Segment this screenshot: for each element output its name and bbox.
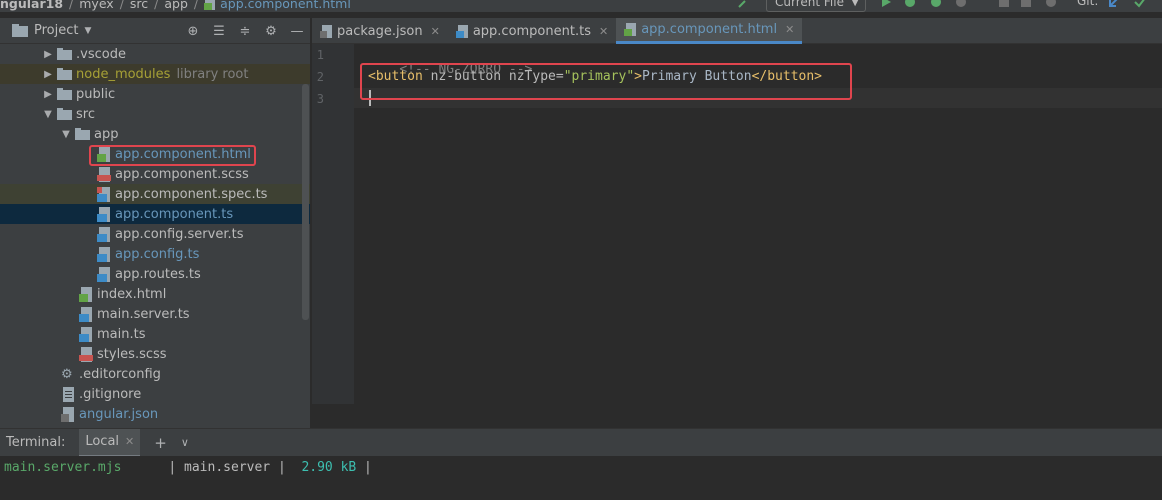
debug-icon[interactable] <box>904 0 916 8</box>
ts-file-icon <box>97 266 110 282</box>
ts-file-icon <box>79 306 92 322</box>
tree-item-public[interactable]: ▶ public <box>0 84 300 104</box>
tree-item-app-component-spec-ts[interactable]: app.component.spec.ts <box>0 184 310 204</box>
chevron-right-icon[interactable]: ▶ <box>42 89 54 100</box>
close-icon[interactable]: ✕ <box>431 25 440 38</box>
breadcrumb-project[interactable]: ngular18 <box>0 0 63 11</box>
ts-test-file-icon <box>97 186 110 202</box>
close-icon[interactable]: ✕ <box>785 23 794 36</box>
breadcrumb-src[interactable]: src <box>130 0 148 11</box>
folder-icon <box>75 128 90 140</box>
tree-item-node-modules[interactable]: ▶ node_modules library root <box>0 64 310 84</box>
ts-file-icon <box>455 24 468 38</box>
tree-item-editorconfig[interactable]: ⚙ .editorconfig <box>0 364 300 384</box>
terminal-line: main.server.mjs | main.server | 2.90 kB … <box>4 460 372 475</box>
project-folder-icon <box>12 24 28 37</box>
expand-all-icon[interactable]: ☰ <box>210 22 228 40</box>
stop-icon[interactable] <box>998 0 1010 8</box>
tab-app-component-ts[interactable]: app.component.ts ✕ <box>448 18 616 44</box>
attach-icon[interactable] <box>1020 0 1032 8</box>
project-tree: ▶ .vscode ▶ node_modules library root ▶ … <box>0 44 310 428</box>
tree-item-styles-scss[interactable]: styles.scss <box>0 344 300 364</box>
chevron-right-icon[interactable]: ▶ <box>42 69 54 80</box>
tree-scrollbar[interactable] <box>302 84 309 320</box>
terminal-header: Terminal: Local ✕ + ∨ <box>0 428 1162 457</box>
tab-package-json[interactable]: package.json ✕ <box>312 18 448 44</box>
tree-item-app-config-server-ts[interactable]: app.config.server.ts <box>0 224 300 244</box>
project-title[interactable]: Project <box>34 23 78 38</box>
breadcrumb-app[interactable]: app <box>164 0 188 11</box>
tree-item-app-component-ts[interactable]: app.component.ts <box>0 204 310 224</box>
json-file-icon <box>61 406 74 422</box>
tree-item-app-routes-ts[interactable]: app.routes.ts <box>0 264 300 284</box>
tree-item-app[interactable]: ▼ app <box>0 124 300 144</box>
collapse-all-icon[interactable]: ≑ <box>236 22 254 40</box>
folder-icon <box>57 68 72 80</box>
breadcrumb-file[interactable]: app.component.html <box>220 0 351 11</box>
folder-icon <box>57 108 72 120</box>
ts-file-icon <box>97 246 110 262</box>
chevron-down-icon[interactable]: ∨ <box>181 436 189 449</box>
ts-file-icon <box>79 326 92 342</box>
line-gutter: 1 2 3 <box>312 44 354 404</box>
tree-item-index-html[interactable]: index.html <box>0 284 300 304</box>
html-file-icon <box>79 286 92 302</box>
folder-icon <box>57 48 72 60</box>
chevron-down-icon[interactable]: ▼ <box>84 26 91 36</box>
run-configuration-select[interactable]: Current File ▼ <box>766 0 866 12</box>
chevron-down-icon[interactable]: ▼ <box>60 129 72 140</box>
scss-file-icon <box>79 346 93 362</box>
ts-file-icon <box>97 226 110 242</box>
tree-item-gitignore[interactable]: .gitignore <box>0 384 300 404</box>
run-icon[interactable] <box>880 0 892 8</box>
gear-icon: ⚙ <box>61 366 73 382</box>
chevron-right-icon[interactable]: ▶ <box>42 49 54 60</box>
coverage-icon[interactable] <box>930 0 942 8</box>
editor-tabs: package.json ✕ app.component.ts ✕ app.co… <box>312 18 1162 44</box>
tab-terminal-local[interactable]: Local ✕ <box>79 428 141 457</box>
tree-item-vscode[interactable]: ▶ .vscode <box>0 44 300 64</box>
ts-file-icon <box>97 206 110 222</box>
annotation-highlight-file <box>89 145 256 166</box>
scss-file-icon <box>97 166 111 182</box>
close-icon[interactable]: ✕ <box>599 25 608 38</box>
tree-item-app-component-scss[interactable]: app.component.scss <box>0 164 300 184</box>
project-tool-window-header: Project ▼ ⊕ ☰ ≑ ⚙ — <box>0 18 310 44</box>
gear-icon[interactable]: ⚙ <box>262 22 280 40</box>
tree-item-main-ts[interactable]: main.ts <box>0 324 300 344</box>
git-commit-icon[interactable] <box>1134 0 1146 8</box>
locate-file-icon[interactable]: ⊕ <box>184 22 202 40</box>
git-label: Git: <box>1077 0 1099 8</box>
profile-icon[interactable] <box>955 0 967 8</box>
terminal-output[interactable]: main.server.mjs | main.server | 2.90 kB … <box>0 456 1162 500</box>
tree-item-angular-json[interactable]: angular.json <box>0 404 300 424</box>
json-file-icon <box>320 24 332 38</box>
html-file-icon <box>204 0 216 10</box>
chevron-down-icon: ▼ <box>851 0 859 8</box>
html-file-icon <box>624 23 637 36</box>
settings-icon[interactable] <box>1045 0 1057 8</box>
breadcrumb-myex[interactable]: myex <box>79 0 113 11</box>
text-file-icon <box>63 386 74 402</box>
hammer-icon[interactable] <box>738 0 750 8</box>
folder-icon <box>57 88 72 100</box>
chevron-down-icon[interactable]: ▼ <box>42 109 54 120</box>
tree-item-app-config-ts[interactable]: app.config.ts <box>0 244 300 264</box>
navigation-bar: ngular18 / myex / src / app / app.compon… <box>0 0 1162 12</box>
tree-item-main-server-ts[interactable]: main.server.ts <box>0 304 300 324</box>
git-update-icon[interactable] <box>1108 0 1120 8</box>
annotation-highlight-code <box>360 63 852 100</box>
editor-blank-area <box>312 404 1162 428</box>
hide-icon[interactable]: — <box>288 22 306 40</box>
new-terminal-button[interactable]: + <box>154 434 167 452</box>
tab-app-component-html[interactable]: app.component.html ✕ <box>616 18 803 44</box>
close-icon[interactable]: ✕ <box>125 435 134 448</box>
tree-item-src[interactable]: ▼ src <box>0 104 300 124</box>
terminal-title: Terminal: <box>6 435 66 450</box>
